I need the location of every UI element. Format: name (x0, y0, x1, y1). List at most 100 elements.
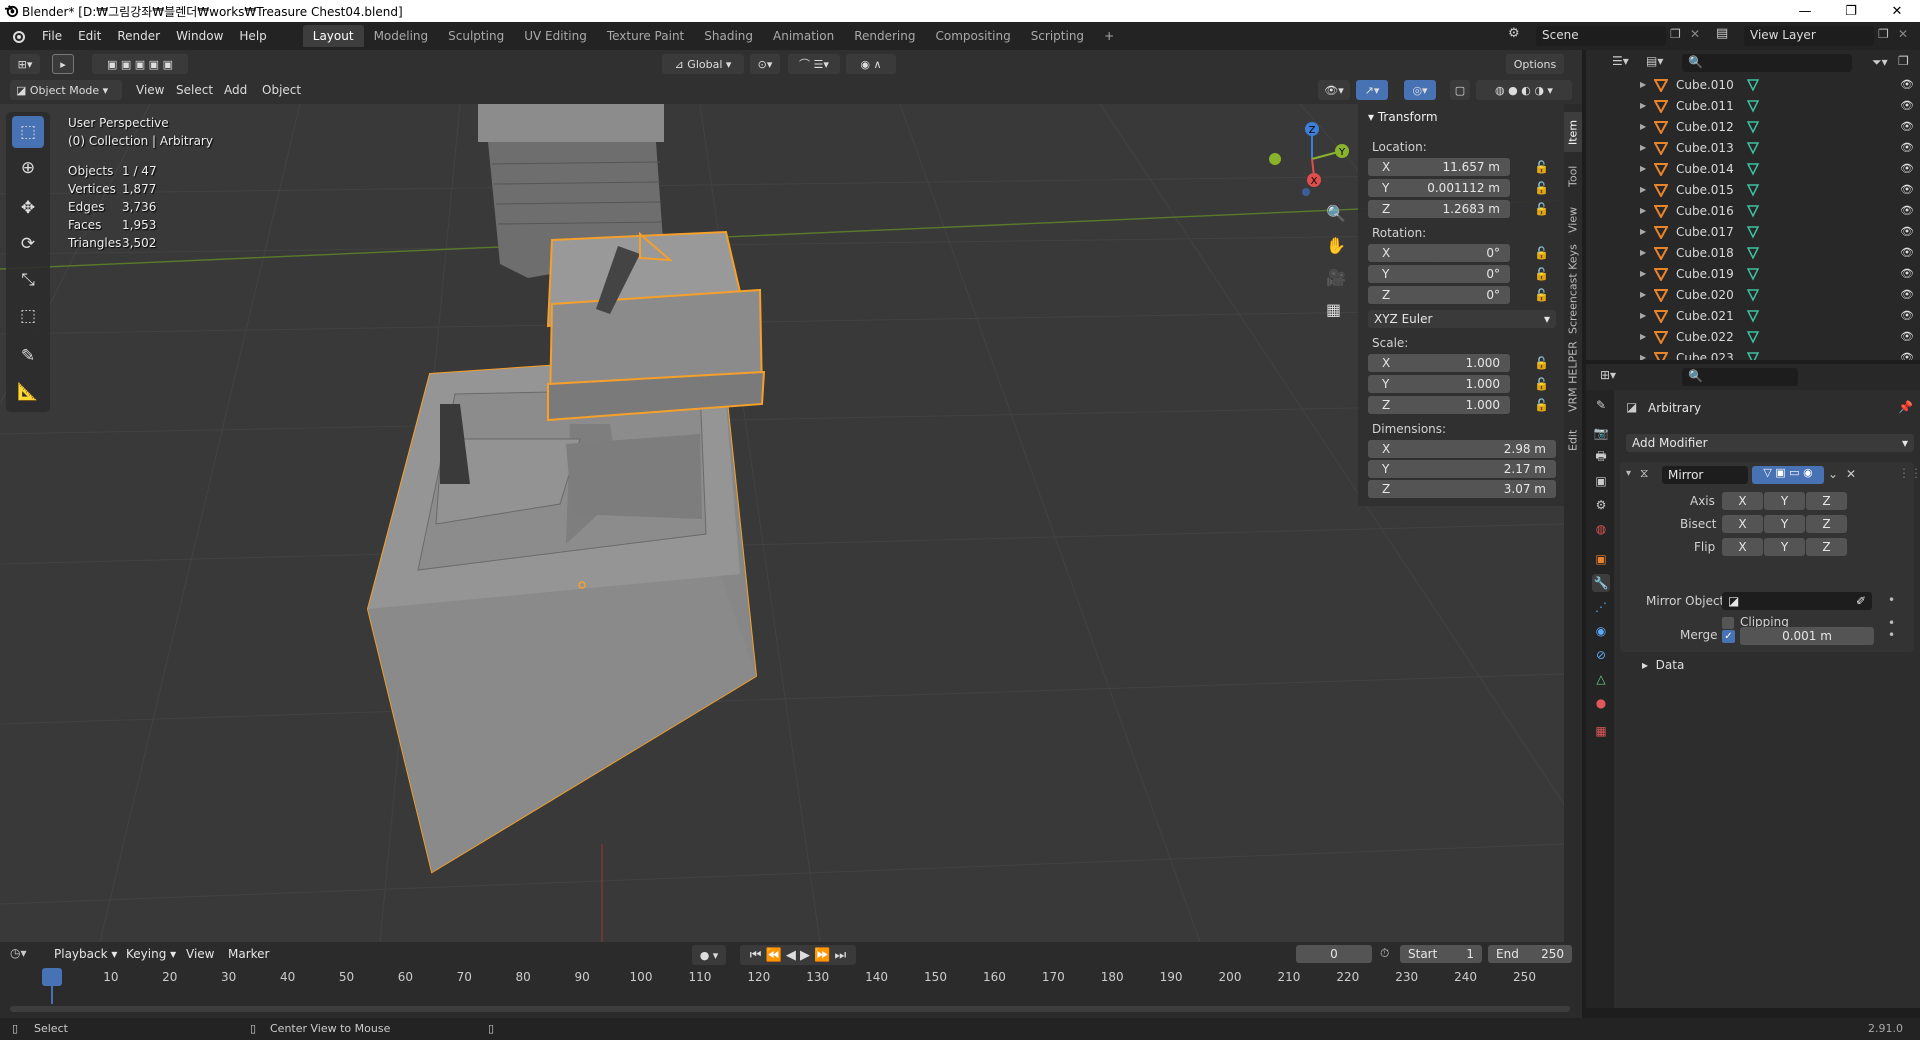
transform-tool-icon[interactable]: ⬚ (12, 300, 44, 332)
new-collection-icon[interactable]: ❐ (1898, 54, 1909, 68)
texture-icon[interactable]: ▦ (1592, 722, 1610, 740)
expand-icon[interactable]: ▶ (1640, 311, 1646, 320)
modifier-name-field[interactable]: Mirror (1662, 466, 1748, 484)
pin-icon[interactable]: 📌 (1898, 400, 1913, 414)
lock-icon[interactable]: 🔓 (1534, 356, 1549, 370)
lock-icon[interactable]: 🔓 (1534, 267, 1549, 281)
flip-z-toggle[interactable]: Z (1806, 538, 1847, 556)
chevron-down-icon[interactable]: ⌄ (1828, 467, 1838, 481)
menu-add[interactable]: Add (224, 83, 247, 97)
view-layer-icon[interactable]: ▤ (1716, 26, 1728, 41)
xray-icon[interactable]: ▢ (1450, 80, 1470, 100)
scale-x-field[interactable]: X 1.000 (1368, 354, 1510, 372)
select-mode-icons[interactable]: ▣ ▣ ▣ ▣ ▣ (92, 54, 188, 74)
blender-menu-icon[interactable] (10, 28, 26, 44)
clipping-checkbox[interactable] (1722, 617, 1734, 629)
mesh-data-icon[interactable] (1746, 288, 1760, 302)
eyedropper-icon[interactable]: ✐ (1856, 594, 1866, 608)
lock-icon[interactable]: 🔓 (1534, 377, 1549, 391)
delete-scene-icon[interactable]: ✕ (1690, 27, 1700, 41)
tab-tool[interactable]: Tool (1564, 156, 1582, 196)
rotate-tool-icon[interactable]: ⟳ (12, 228, 44, 260)
mesh-data-icon[interactable] (1746, 225, 1760, 239)
outliner-item[interactable]: ▶ Cube.012 👁 (1586, 116, 1920, 137)
data-subpanel[interactable]: ▸ Data (1642, 658, 1684, 672)
menu-view[interactable]: View (136, 83, 164, 97)
tab-layout[interactable]: Layout (302, 25, 364, 47)
location-x-field[interactable]: X 11.657 m (1368, 158, 1510, 176)
playhead-marker[interactable] (42, 968, 62, 986)
bisect-x-toggle[interactable]: X (1722, 515, 1763, 533)
physics-icon[interactable]: ◉ (1592, 622, 1610, 640)
tab-edit[interactable]: Edit (1564, 420, 1582, 460)
mesh-data-icon[interactable] (1746, 330, 1760, 344)
outliner-item[interactable]: ▶ Cube.021 👁 (1586, 305, 1920, 326)
merge-distance-field[interactable]: 0.001 m (1740, 627, 1874, 645)
scene-props-icon[interactable]: ⚙ (1592, 496, 1610, 514)
selected-chest[interactable] (366, 230, 766, 874)
keyframe-dot-icon[interactable]: • (1888, 628, 1895, 642)
annotate-tool-icon[interactable]: ✎ (12, 340, 44, 372)
proportional-edit-icon[interactable]: ◉ ∧ (846, 54, 896, 74)
expand-icon[interactable]: ▶ (1640, 80, 1646, 89)
view-layer-props-icon[interactable]: ▣ (1592, 472, 1610, 490)
zoom-icon[interactable]: 🔍 (1326, 204, 1346, 223)
outliner-item[interactable]: ▶ Cube.018 👁 (1586, 242, 1920, 263)
tab-scripting[interactable]: Scripting (1021, 25, 1094, 47)
properties-editor-icon[interactable]: ⊞▾ (1600, 368, 1616, 382)
tool-settings-icon[interactable]: ✎ (1592, 396, 1610, 414)
visibility-eye-icon[interactable]: 👁 (1900, 99, 1914, 112)
menu-object[interactable]: Object (262, 83, 301, 97)
menu-file[interactable]: File (34, 29, 70, 43)
expand-icon[interactable]: ▶ (1640, 143, 1646, 152)
mesh-data-icon[interactable] (1746, 351, 1760, 360)
visibility-eye-icon[interactable]: 👁 (1900, 204, 1914, 217)
visibility-eye-icon[interactable]: 👁 (1900, 225, 1914, 238)
select-box-tool-icon[interactable]: ⬚ (12, 116, 44, 148)
mesh-data-icon[interactable] (1746, 162, 1760, 176)
tab-screencast-keys[interactable]: Screencast Keys (1564, 244, 1582, 334)
mesh-data-icon[interactable] (1746, 246, 1760, 260)
collapse-icon[interactable]: ▾ (1626, 468, 1631, 479)
3d-viewport[interactable]: User Perspective (0) Collection | Arbitr… (0, 104, 1564, 942)
tab-rendering[interactable]: Rendering (844, 25, 925, 47)
gizmo-toggle-icon[interactable]: ↗▾ (1356, 80, 1388, 100)
transform-header[interactable]: ▾ Transform (1368, 110, 1438, 124)
pan-hand-icon[interactable]: ✋ (1326, 236, 1346, 255)
visibility-eye-icon[interactable]: 👁 (1900, 351, 1914, 360)
axis-y-toggle[interactable]: Y (1764, 492, 1805, 510)
viewport-scene[interactable] (0, 104, 1564, 942)
outliner-item[interactable]: ▶ Cube.016 👁 (1586, 200, 1920, 221)
visibility-eye-icon[interactable]: 👁 (1900, 267, 1914, 280)
menu-help[interactable]: Help (231, 29, 274, 43)
scene-selector[interactable]: Scene (1536, 26, 1666, 46)
lock-icon[interactable]: 🔓 (1534, 181, 1549, 195)
rotation-mode-dropdown[interactable]: XYZ Euler ▾ (1368, 310, 1556, 328)
outliner-item[interactable]: ▶ Cube.022 👁 (1586, 326, 1920, 347)
editor-type-icon[interactable]: ⊞▾ (10, 54, 40, 74)
dimension-z-field[interactable]: Z 3.07 m (1368, 480, 1556, 498)
outliner-item[interactable]: ▶ Cube.015 👁 (1586, 179, 1920, 200)
mesh-data-icon[interactable] (1746, 99, 1760, 113)
new-view-layer-icon[interactable]: ❐ (1878, 27, 1889, 41)
options-dropdown[interactable]: Options (1506, 54, 1564, 74)
scene-icon[interactable]: ⚙ (1508, 26, 1530, 46)
shading-mode-icons[interactable]: ◍ ● ◐ ◑ ▾ (1476, 80, 1572, 100)
expand-icon[interactable]: ▶ (1640, 332, 1646, 341)
visibility-eye-icon[interactable]: 👁 (1900, 141, 1914, 154)
close-button[interactable]: ✕ (1874, 0, 1920, 22)
axis-x-toggle[interactable]: X (1722, 492, 1763, 510)
navigation-gizmo[interactable]: Z Y X (1262, 114, 1362, 204)
expand-icon[interactable]: ▶ (1640, 185, 1646, 194)
outliner-item[interactable]: ▶ Cube.019 👁 (1586, 263, 1920, 284)
mesh-data-icon[interactable] (1746, 78, 1760, 92)
outliner-item[interactable]: ▶ Cube.014 👁 (1586, 158, 1920, 179)
lock-icon[interactable]: 🔓 (1534, 398, 1549, 412)
outliner-item[interactable]: ▶ Cube.013 👁 (1586, 137, 1920, 158)
rotation-x-field[interactable]: X 0° (1368, 244, 1510, 262)
expand-icon[interactable]: ▶ (1640, 353, 1646, 360)
expand-icon[interactable]: ▶ (1640, 122, 1646, 131)
add-modifier-dropdown[interactable]: Add Modifier ▾ (1626, 434, 1914, 452)
tab-animation[interactable]: Animation (763, 25, 844, 47)
lock-icon[interactable]: 🔓 (1534, 246, 1549, 260)
